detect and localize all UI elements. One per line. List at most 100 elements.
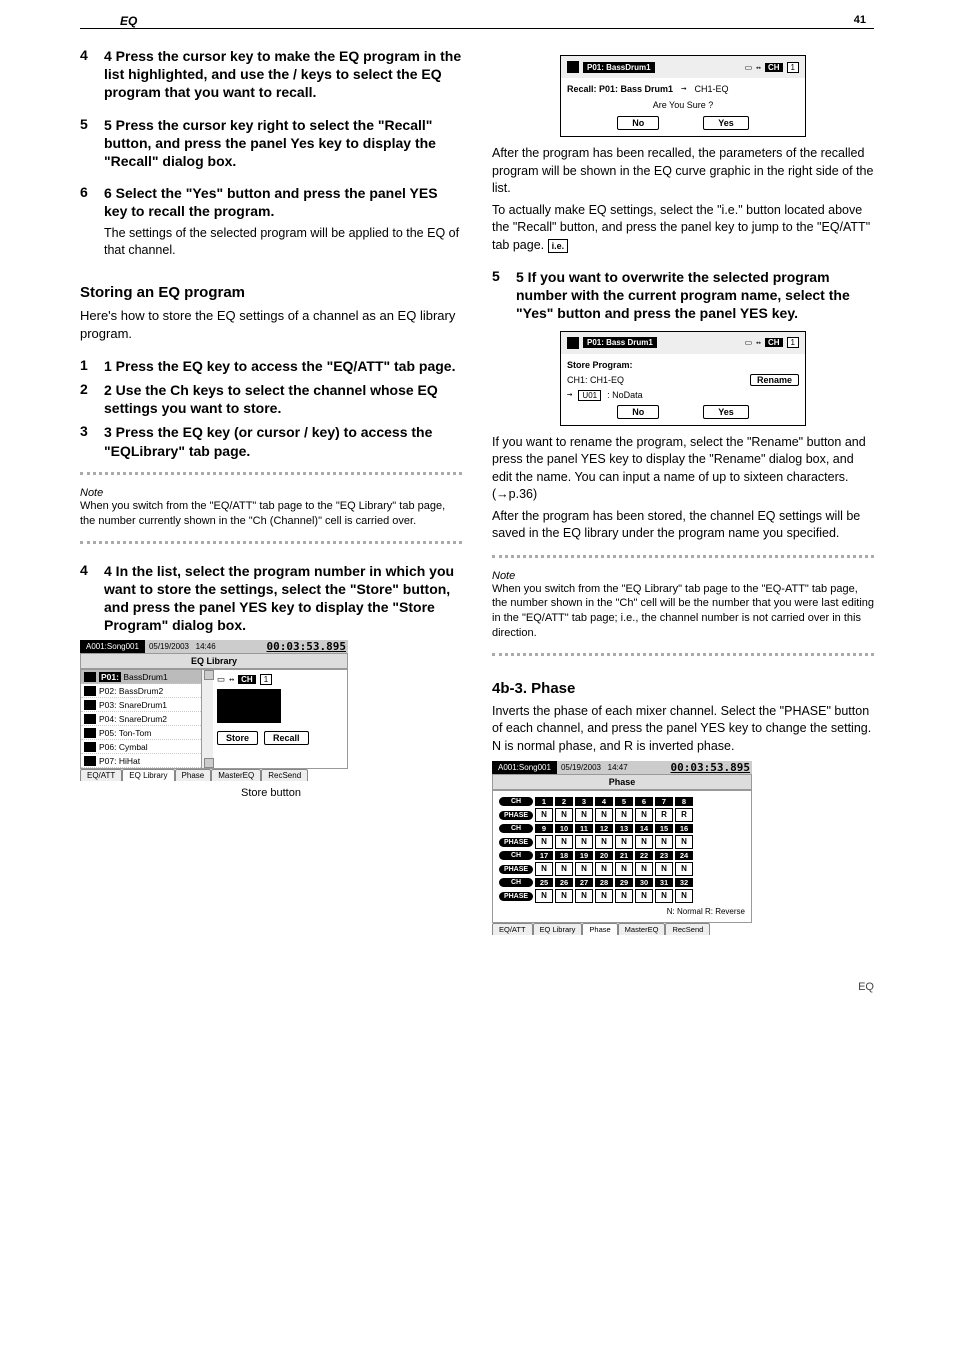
phase-section-title: 4b-3. Phase [492,680,874,697]
ch-number: 20 [595,851,613,860]
phase-toggle[interactable]: N [535,835,553,849]
phase-toggle[interactable]: N [555,808,573,822]
phase-toggle[interactable]: R [655,808,673,822]
yes-button[interactable]: Yes [703,116,749,130]
store-step-2: 2 Use the Ch keys to select the channel … [104,381,462,417]
phase-toggle[interactable]: N [635,862,653,876]
no-button[interactable]: No [617,405,659,419]
tab-eqlibrary[interactable]: EQ Library [122,769,174,781]
phase-toggle[interactable]: N [575,889,593,903]
phase-toggle[interactable]: N [595,835,613,849]
ch-number: 23 [655,851,673,860]
tab-recsend[interactable]: RecSend [665,923,710,935]
eqlib-item-label: P05: Ton-Tom [99,728,151,738]
phase-toggle[interactable]: N [575,862,593,876]
phase-toggle[interactable]: N [675,835,693,849]
tab-eqatt[interactable]: EQ/ATT [80,769,122,781]
eq-thumb-icon [84,672,96,682]
store-step-3: 3 Press the EQ key (or cursor / key) to … [104,423,462,459]
phase-toggle[interactable]: N [595,862,613,876]
store-body-1: If you want to rename the program, selec… [492,434,874,504]
phase-toggle[interactable]: R [675,808,693,822]
store-slot[interactable]: U01 [578,390,601,401]
recall-button[interactable]: Recall [264,731,309,745]
store-intro: Here's how to store the EQ settings of a… [80,307,462,343]
ch-number: 30 [635,878,653,887]
ch-row-label: CH [499,797,533,806]
tab-eqlibrary[interactable]: EQ Library [533,923,583,935]
eqlib-item-label: P03: SnareDrum1 [99,700,167,710]
note-body: When you switch from the "EQ Library" ta… [492,582,874,641]
phase-toggle[interactable]: N [655,889,673,903]
phase-toggle[interactable]: N [635,889,653,903]
phase-toggle[interactable]: N [655,835,673,849]
tab-mastereq[interactable]: MasterEQ [211,769,261,781]
phase-toggle[interactable]: N [575,808,593,822]
store-button[interactable]: Store [217,731,258,745]
phase-toggle[interactable]: N [615,808,633,822]
phase-legend: N: Normal R: Reverse [499,907,745,916]
no-button[interactable]: No [617,116,659,130]
note-label: Note [492,570,874,582]
yes-button[interactable]: Yes [703,405,749,419]
song-date: 05/19/2003 [149,642,189,651]
tab-phase[interactable]: Phase [175,769,212,781]
ch-label: CH [765,63,783,72]
ch-value: 1 [787,62,799,73]
ch-number: 18 [555,851,573,860]
ch-number: 6 [635,797,653,806]
page-number: 41 [854,14,866,26]
phase-toggle[interactable]: N [675,862,693,876]
phase-toggle[interactable]: N [555,862,573,876]
phase-toggle[interactable]: N [615,862,633,876]
ch-number: 10 [555,824,573,833]
store-step-4: 4 In the list, select the program number… [104,562,462,635]
store-step-3-num: 3 [80,423,104,459]
phase-toggle[interactable]: N [555,889,573,903]
store-step-1: 1 Press the EQ key to access the "EQ/ATT… [104,357,462,375]
dlg-program-name: P01: BassDrum1 [583,62,655,73]
phase-toggle[interactable]: N [535,862,553,876]
ch-number: 5 [615,797,633,806]
phase-toggle[interactable]: N [535,808,553,822]
tab-eqatt[interactable]: EQ/ATT [492,923,533,935]
ch-row-label: CH [499,851,533,860]
dlg-program-name: P01: Bass Drum1 [583,337,657,348]
eqlib-list-item[interactable]: P06: Cymbal [81,740,201,754]
phase-toggle[interactable]: N [615,889,633,903]
eqlib-list-item[interactable]: P04: SnareDrum2 [81,712,201,726]
after-store-text: After the program has been stored, the c… [492,508,874,543]
ch-number: 27 [575,878,593,887]
song-id: A001:Song001 [80,640,145,653]
eqlib-list-item[interactable]: P01: BassDrum1 [81,670,201,684]
tab-recsend[interactable]: RecSend [261,769,308,781]
scrollbar[interactable] [201,670,213,768]
phase-row-label: PHASE [499,892,533,901]
phase-toggle[interactable]: N [635,808,653,822]
phase-toggle[interactable]: N [555,835,573,849]
eqlib-list-item[interactable]: P02: BassDrum2 [81,684,201,698]
phase-toggle[interactable]: N [675,889,693,903]
swap-arrow-icon: ↔ [229,675,234,685]
tab-phase[interactable]: Phase [582,923,617,935]
eqlib-list-item[interactable]: P03: SnareDrum1 [81,698,201,712]
rename-button[interactable]: Rename [750,374,799,386]
swap-arrow-icon: ↔ [756,63,761,72]
phase-toggle[interactable]: N [575,835,593,849]
phase-toggle[interactable]: N [655,862,673,876]
store-title: Storing an EQ program [80,284,462,301]
eqlib-list-item[interactable]: P07: HiHat [81,754,201,768]
song-clock: 14:47 [608,763,628,772]
tab-mastereq[interactable]: MasterEQ [618,923,666,935]
phase-toggle[interactable]: N [615,835,633,849]
eqlib-item-label: P01: BassDrum1 [99,672,168,682]
eqlib-list-item[interactable]: P05: Ton-Tom [81,726,201,740]
ch-number: 28 [595,878,613,887]
phase-toggle[interactable]: N [535,889,553,903]
phase-toggle[interactable]: N [595,808,613,822]
phase-toggle[interactable]: N [595,889,613,903]
ch-value[interactable]: 1 [260,674,272,685]
phase-toggle[interactable]: N [635,835,653,849]
confirm-text: Are You Sure ? [567,100,799,110]
phase-body: Inverts the phase of each mixer channel.… [492,703,874,756]
